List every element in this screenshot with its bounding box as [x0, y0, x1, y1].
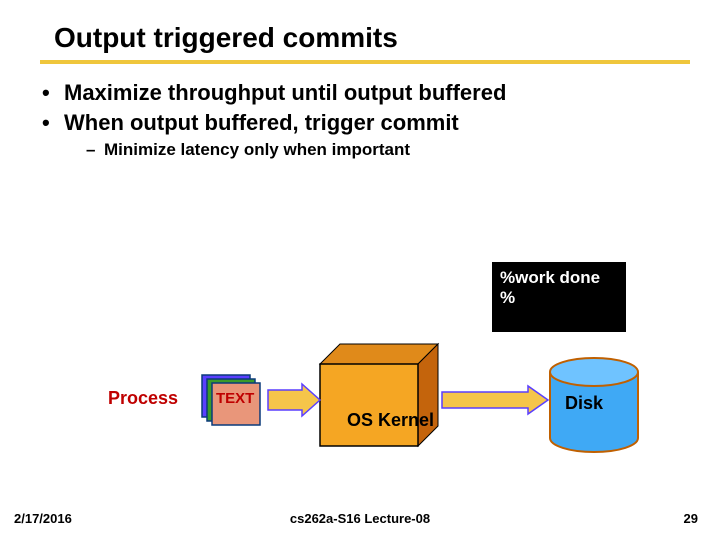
process-label: Process [108, 388, 178, 409]
disk-label: Disk [565, 393, 603, 414]
badge-line: % [500, 288, 618, 308]
bullet-level1: • Maximize throughput until output buffe… [42, 80, 720, 106]
footer-center: cs262a-S16 Lecture-08 [0, 511, 720, 526]
bullet-dash-icon: – [86, 140, 104, 160]
slide-title: Output triggered commits [54, 22, 720, 54]
arrow-kernel-to-disk-icon [442, 386, 548, 414]
text-box-label: TEXT [216, 390, 254, 407]
badge-line: %work done [500, 268, 618, 288]
bullet-text: Maximize throughput until output buffere… [64, 80, 506, 106]
bullet-text: When output buffered, trigger commit [64, 110, 459, 136]
progress-badge: %work done % [492, 262, 626, 332]
bullet-dot-icon: • [42, 110, 64, 136]
bullet-dot-icon: • [42, 80, 64, 106]
kernel-label: OS Kernel [347, 410, 434, 431]
footer-page-number: 29 [684, 511, 698, 526]
body-content: • Maximize throughput until output buffe… [0, 64, 720, 160]
bullet-level2: – Minimize latency only when important [86, 140, 720, 160]
arrow-process-to-kernel-icon [268, 384, 320, 416]
bullet-text: Minimize latency only when important [104, 140, 410, 160]
bullet-level1: • When output buffered, trigger commit [42, 110, 720, 136]
